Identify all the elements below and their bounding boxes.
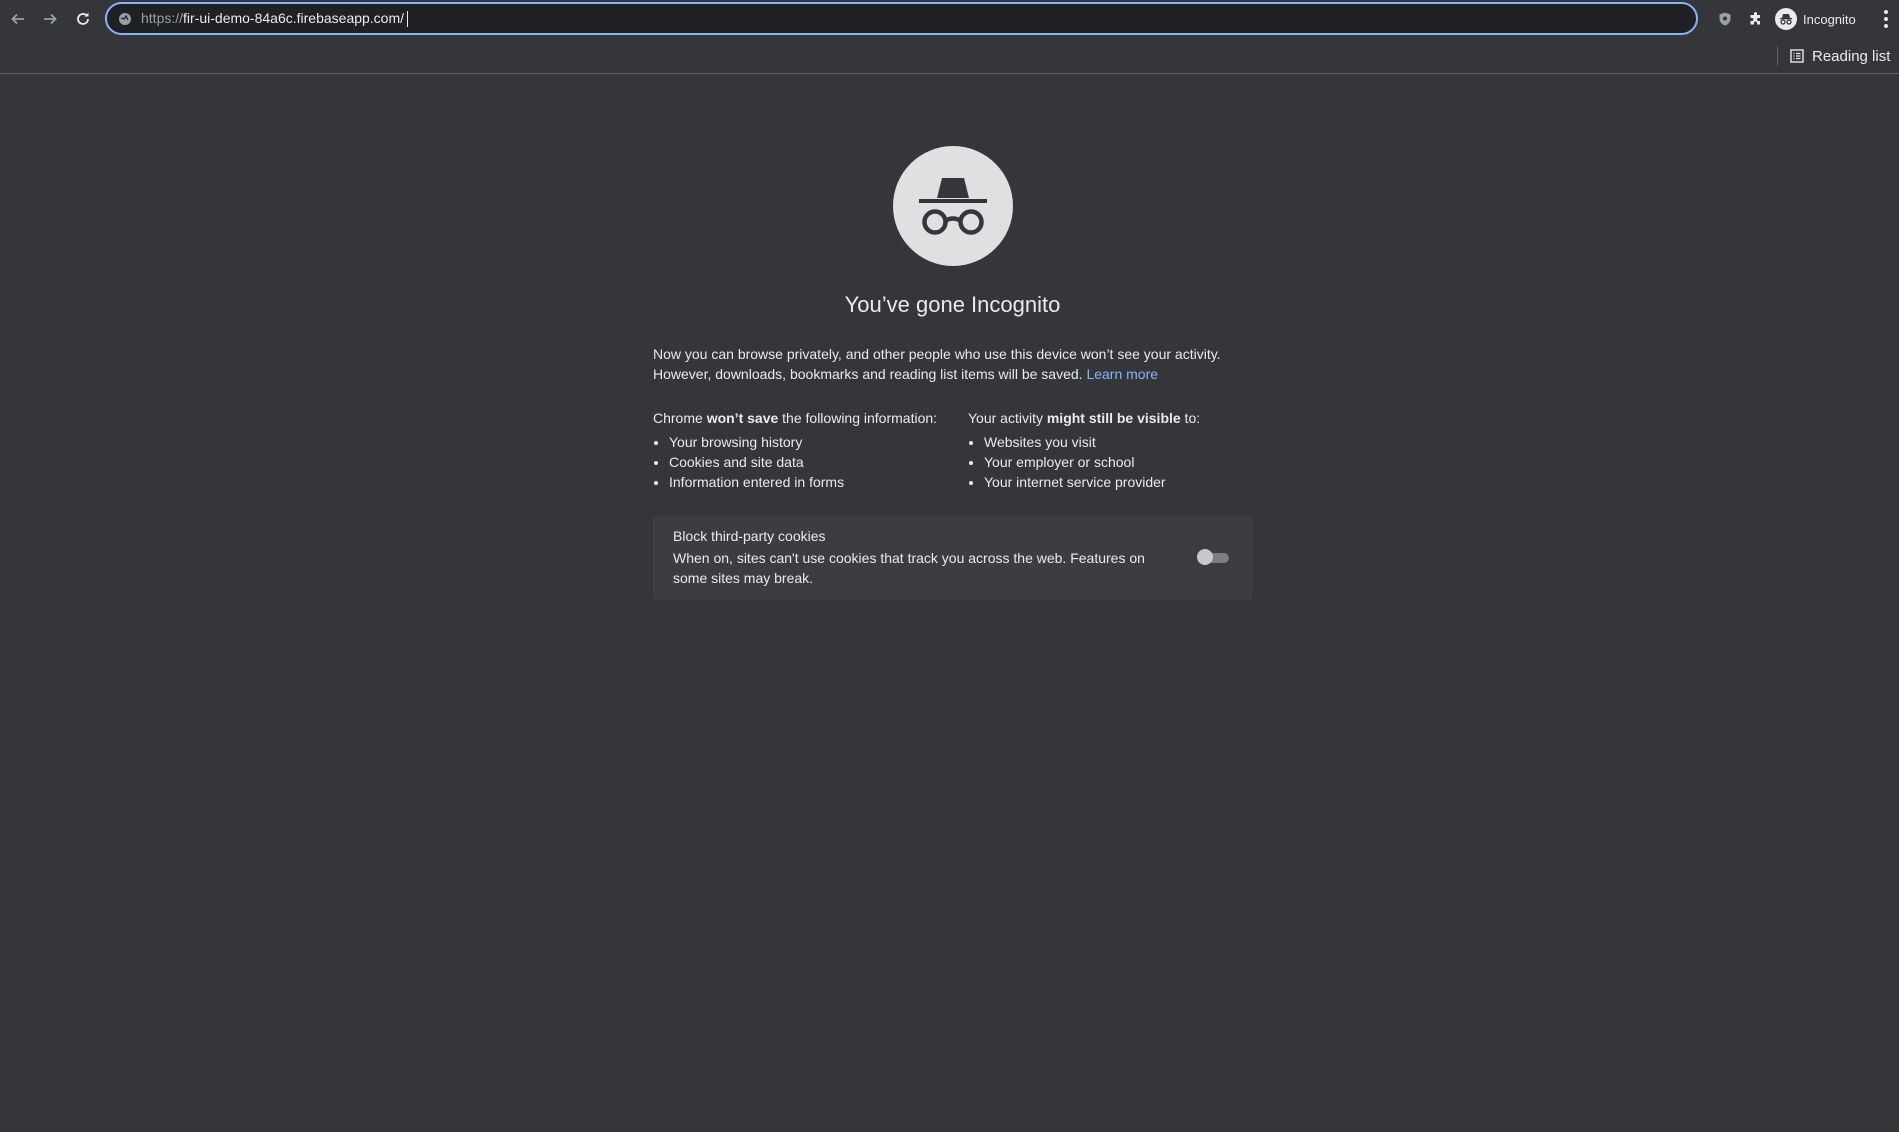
- back-button[interactable]: [5, 6, 31, 32]
- wont-save-heading: Chrome won’t save the following informat…: [653, 408, 953, 428]
- url-host: fir-ui-demo-84a6c.firebaseapp.com/: [183, 9, 405, 26]
- cookie-card-description: When on, sites can't use cookies that tr…: [673, 550, 1145, 586]
- list-item: Your internet service provider: [984, 472, 1268, 492]
- url-scheme: https://: [141, 9, 184, 26]
- reading-list-label: Reading list: [1812, 47, 1891, 65]
- more-vert-dot: [1884, 17, 1888, 21]
- wont-save-column: Chrome won’t save the following informat…: [653, 408, 953, 492]
- intro-line-1: Now you can browse privately, and other …: [653, 346, 1221, 362]
- might-be-visible-column: Your activity might still be visible to:…: [968, 408, 1268, 492]
- might-be-visible-heading: Your activity might still be visible to:: [968, 408, 1268, 428]
- toggle-knob: [1197, 549, 1213, 565]
- back-arrow-icon: [11, 13, 24, 25]
- learn-more-link[interactable]: Learn more: [1086, 366, 1158, 382]
- page-title: You’ve gone Incognito: [844, 292, 1061, 317]
- wont-save-list: Your browsing history Cookies and site d…: [653, 432, 953, 492]
- extensions-button[interactable]: [1745, 8, 1767, 30]
- browser-toolbar: https://fir-ui-demo-84a6c.firebaseapp.co…: [0, 0, 1899, 38]
- wont-save-prefix: Chrome: [653, 410, 707, 426]
- reading-list-icon: [1790, 49, 1804, 63]
- browser-menu-button[interactable]: [1878, 8, 1894, 30]
- reload-icon: [77, 12, 89, 25]
- text-caret: [407, 11, 409, 28]
- address-bar[interactable]: https://fir-ui-demo-84a6c.firebaseapp.co…: [105, 2, 1698, 35]
- wont-save-suffix: the following information:: [778, 410, 938, 426]
- more-vert-dot: [1884, 24, 1888, 28]
- profile-button[interactable]: Incognito: [1775, 7, 1856, 31]
- bookmarks-bar: Reading list: [0, 38, 1899, 74]
- forward-arrow-icon: [44, 13, 57, 25]
- intro-line-2-text: However, downloads, bookmarks and readin…: [653, 366, 1083, 382]
- list-item: Your browsing history: [669, 432, 953, 452]
- list-item: Information entered in forms: [669, 472, 953, 492]
- might-be-visible-list: Websites you visit Your employer or scho…: [968, 432, 1268, 492]
- more-vert-icon: [1884, 10, 1888, 14]
- puzzle-extension-icon: [1750, 12, 1760, 25]
- might-be-visible-prefix: Your activity: [968, 410, 1047, 426]
- might-be-visible-suffix: to:: [1180, 410, 1201, 426]
- shield-extension-button[interactable]: [1714, 8, 1736, 30]
- incognito-avatar-icon: [1775, 8, 1797, 30]
- cookie-card-title: Block third-party cookies: [673, 528, 826, 544]
- cookie-controls-card: Block third-party cookies When on, sites…: [653, 516, 1253, 600]
- list-item: Cookies and site data: [669, 452, 953, 472]
- might-be-visible-bold: might still be visible: [1046, 410, 1181, 426]
- wont-save-bold: won’t save: [706, 410, 779, 426]
- reading-list-button[interactable]: Reading list: [1790, 45, 1890, 67]
- profile-label: Incognito: [1803, 11, 1856, 27]
- list-item: Websites you visit: [984, 432, 1268, 452]
- block-cookies-toggle[interactable]: [1197, 549, 1231, 565]
- list-item: Your employer or school: [984, 452, 1268, 472]
- bookmarks-divider: [1777, 47, 1778, 65]
- site-info-icon[interactable]: [116, 10, 134, 28]
- intro-line-2: However, downloads, bookmarks and readin…: [653, 364, 1253, 384]
- intro-text: Now you can browse privately, and other …: [653, 344, 1253, 384]
- url-text[interactable]: https://fir-ui-demo-84a6c.firebaseapp.co…: [141, 9, 409, 28]
- incognito-hero-icon: [893, 146, 1013, 266]
- shield-extension-icon: [1719, 12, 1731, 26]
- forward-button[interactable]: [37, 6, 63, 32]
- reload-button[interactable]: [70, 6, 96, 32]
- incognito-page: You’ve gone Incognito Now you can browse…: [0, 74, 1899, 1132]
